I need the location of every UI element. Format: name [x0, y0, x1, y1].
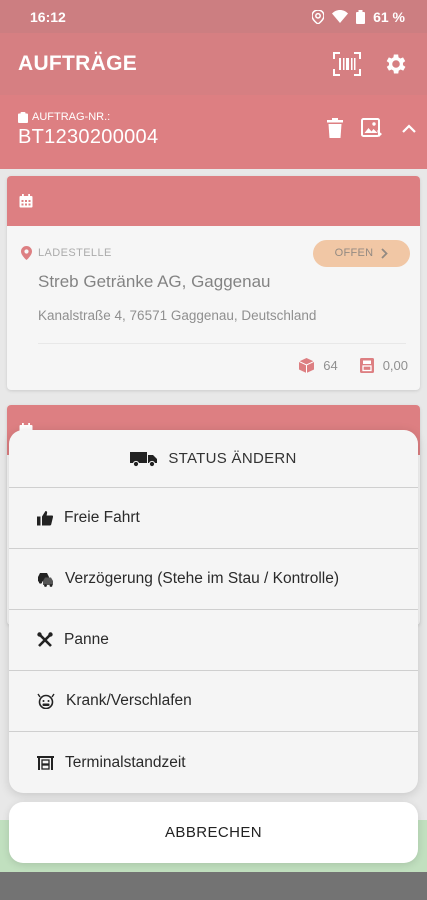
status-action-sheet: STATUS ÄNDERN Freie Fahrt Verzögerung (S… — [9, 430, 418, 793]
truck-icon — [130, 451, 158, 467]
sheet-title-label: STATUS ÄNDERN — [168, 450, 297, 467]
option-verzoegerung[interactable]: Verzögerung (Stehe im Stau / Kontrolle) — [9, 549, 418, 610]
option-label: Verzögerung (Stehe im Stau / Kontrolle) — [65, 570, 339, 587]
option-label: Krank/Verschlafen — [66, 692, 192, 709]
tools-icon — [37, 632, 53, 647]
option-label: Panne — [64, 631, 109, 648]
cancel-button[interactable]: ABBRECHEN — [9, 802, 418, 863]
sick-face-icon — [37, 693, 55, 709]
option-label: Freie Fahrt — [64, 509, 140, 526]
option-panne[interactable]: Panne — [9, 610, 418, 671]
thumbs-up-icon — [37, 511, 53, 526]
option-label: Terminalstandzeit — [65, 753, 186, 771]
sheet-title: STATUS ÄNDERN — [9, 430, 418, 488]
option-freie-fahrt[interactable]: Freie Fahrt — [9, 488, 418, 549]
car-traffic-icon — [38, 572, 53, 587]
option-krank[interactable]: Krank/Verschlafen — [9, 671, 418, 732]
option-terminalstandzeit[interactable]: Terminalstandzeit — [9, 732, 418, 793]
terminal-icon — [37, 756, 54, 770]
